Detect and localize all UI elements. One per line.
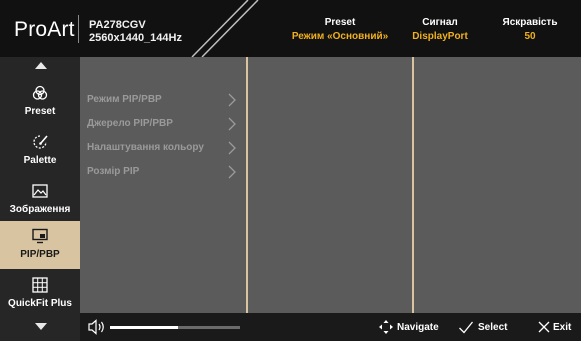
menu-item-label: Режим PIP/PBP [87, 94, 162, 105]
osd-header: ProArt PA278CGV 2560x1440_144Hz Preset Р… [0, 0, 581, 57]
chevron-right-icon [228, 93, 236, 107]
header-brightness-value: 50 [524, 31, 536, 42]
header-brightness: Яскравість 50 [490, 16, 570, 44]
navigate-hint: Navigate [378, 319, 444, 335]
detail-panel [414, 57, 581, 313]
select-label: Select [478, 322, 508, 333]
sidebar-item-label: Preset [24, 106, 56, 117]
exit-label: Exit [553, 322, 572, 333]
osd-footer: Navigate Select Exit [80, 313, 581, 341]
header-preset-value: Режим «Основний» [291, 31, 389, 42]
sidebar-item-quickfit[interactable]: QuickFit Plus [0, 274, 80, 320]
options-panel [248, 57, 412, 313]
volume-slider-fill [110, 326, 178, 329]
header-signal-title: Сигнал [422, 17, 458, 28]
sidebar: Preset Palette Зображення PIP/PBP QuickF… [0, 57, 80, 341]
volume-slider[interactable] [110, 326, 240, 329]
monitor-osd: ProArt PA278CGV 2560x1440_144Hz Preset Р… [0, 0, 581, 341]
chevron-right-icon [228, 141, 236, 155]
sidebar-item-pip-pbp[interactable]: PIP/PBP [0, 221, 80, 269]
sidebar-item-label: Зображення [9, 204, 71, 215]
brand-logo: ProArt [14, 18, 75, 41]
check-icon [459, 321, 474, 334]
sidebar-item-label: Palette [23, 155, 57, 166]
model-info: PA278CGV 2560x1440_144Hz [89, 19, 182, 45]
header-brightness-title: Яскравість [502, 17, 558, 28]
navigate-label: Navigate [397, 322, 439, 333]
header-divider [78, 15, 79, 43]
menu-item-label: Розмір PIP [87, 166, 140, 177]
menu-item-pip-size[interactable]: Розмір PIP [87, 163, 239, 183]
header-preset: Preset Режим «Основний» [280, 16, 400, 44]
close-icon [538, 321, 550, 333]
chevron-right-icon [228, 165, 236, 179]
header-signal-value: DisplayPort [412, 31, 468, 42]
sidebar-item-preset[interactable]: Preset [0, 82, 80, 128]
menu-item-pip-source[interactable]: Джерело PIP/PBP [87, 115, 239, 135]
model-name: PA278CGV [89, 19, 146, 31]
header-slash-decoration [191, 0, 259, 57]
preset-icon [32, 85, 48, 100]
sidebar-item-label: PIP/PBP [20, 249, 60, 260]
menu-item-label: Джерело PIP/PBP [87, 118, 173, 129]
select-hint: Select [458, 319, 510, 335]
scroll-down-arrow-icon[interactable] [35, 323, 47, 330]
pip-pbp-icon [32, 228, 48, 244]
menu-item-pip-mode[interactable]: Режим PIP/PBP [87, 91, 239, 111]
menu-item-label: Налаштування кольору [87, 142, 204, 153]
scroll-up-arrow-icon[interactable] [35, 62, 47, 69]
speaker-icon [88, 319, 104, 335]
image-icon [32, 184, 48, 198]
grid-icon [32, 277, 48, 293]
header-preset-title: Preset [324, 17, 356, 28]
sidebar-item-image[interactable]: Зображення [0, 180, 80, 226]
navigate-icon [379, 320, 393, 334]
sidebar-item-label: QuickFit Plus [8, 298, 72, 309]
sidebar-item-palette[interactable]: Palette [0, 131, 80, 177]
header-signal: Сигнал DisplayPort [405, 16, 475, 44]
chevron-right-icon [228, 117, 236, 131]
exit-hint: Exit [537, 319, 579, 335]
palette-icon [33, 135, 48, 149]
model-resolution: 2560x1440_144Hz [89, 32, 182, 44]
menu-item-color-settings[interactable]: Налаштування кольору [87, 139, 239, 159]
